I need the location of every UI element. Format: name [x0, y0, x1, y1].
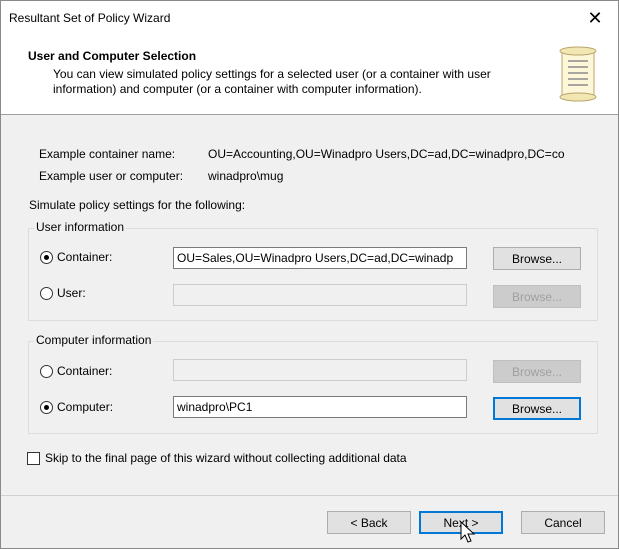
mouse-pointer-icon [460, 521, 476, 543]
checkbox-unchecked-icon [27, 451, 40, 465]
user-container-browse-button[interactable]: Browse... [493, 247, 581, 270]
wizard-window: Resultant Set of Policy Wizard ✕ User an… [0, 0, 619, 549]
computer-container-label: Container: [57, 364, 113, 378]
user-container-input[interactable]: OU=Sales,OU=Winadpro Users,DC=ad,DC=wina… [173, 247, 467, 269]
computer-info-title: Computer information [34, 333, 154, 347]
example-container-label: Example container name: [39, 147, 176, 161]
back-button[interactable]: < Back [327, 511, 411, 534]
example-user-value: winadpro\mug [208, 169, 284, 183]
computer-radio[interactable]: Computer: [40, 400, 113, 414]
user-container-label: Container: [57, 250, 113, 264]
skip-checkbox[interactable]: Skip to the final page of this wizard wi… [27, 451, 407, 465]
skip-checkbox-label: Skip to the final page of this wizard wi… [45, 451, 407, 465]
radio-unchecked-icon [40, 364, 53, 378]
radio-checked-icon [40, 250, 53, 264]
computer-label: Computer: [57, 400, 114, 414]
footer-divider [1, 495, 618, 496]
cancel-button[interactable]: Cancel [521, 511, 605, 534]
page-description: You can view simulated policy settings f… [53, 67, 491, 96]
window-title: Resultant Set of Policy Wizard [9, 11, 171, 25]
example-user-label: Example user or computer: [39, 169, 184, 183]
simulate-label: Simulate policy settings for the followi… [29, 198, 246, 212]
scroll-icon [559, 46, 597, 102]
title-bar: Resultant Set of Policy Wizard ✕ [1, 1, 618, 35]
close-icon[interactable]: ✕ [572, 1, 618, 35]
page-title: User and Computer Selection [28, 49, 197, 63]
computer-container-radio[interactable]: Container: [40, 364, 112, 378]
user-info-title: User information [34, 220, 127, 234]
example-container-value: OU=Accounting,OU=Winadpro Users,DC=ad,DC… [208, 147, 565, 161]
user-container-radio[interactable]: Container: [40, 250, 112, 264]
user-label: User: [57, 286, 86, 300]
computer-container-browse-button[interactable]: Browse... [493, 360, 581, 383]
user-radio[interactable]: User: [40, 286, 86, 300]
computer-input[interactable]: winadpro\PC1 [173, 396, 467, 418]
wizard-header: User and Computer Selection You can view… [1, 35, 618, 115]
radio-checked-icon [40, 400, 53, 414]
user-input[interactable] [173, 284, 467, 306]
user-browse-button[interactable]: Browse... [493, 285, 581, 308]
computer-browse-button[interactable]: Browse... [493, 397, 581, 420]
computer-container-input[interactable] [173, 359, 467, 381]
radio-unchecked-icon [40, 286, 53, 300]
computer-info-group [28, 341, 598, 434]
